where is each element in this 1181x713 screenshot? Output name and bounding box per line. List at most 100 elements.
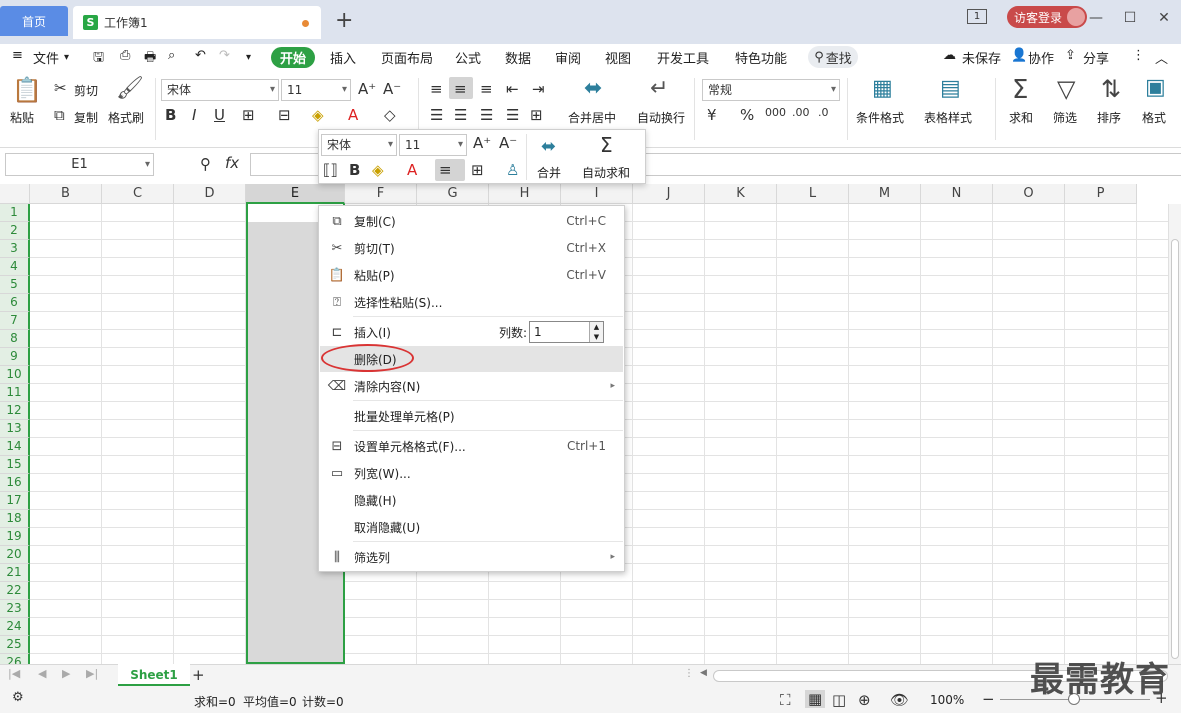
mini-fill-color-icon[interactable]: ◈ [372,161,384,179]
mini-clear-icon[interactable]: ♙ [506,161,519,179]
merge-cells-icon[interactable]: ⊟ [278,106,291,124]
mini-merge-button[interactable]: 合并 [537,164,561,181]
menu-view[interactable]: 视图 [605,48,631,67]
column-header-o[interactable]: O [993,184,1065,204]
vertical-scrollbar[interactable] [1168,204,1181,664]
column-header-g[interactable]: G [417,184,489,204]
column-header-n[interactable]: N [921,184,993,204]
row-header-19[interactable]: 19 [0,528,30,546]
menu-page-layout[interactable]: 页面布局 [381,48,433,67]
menu-item-hide[interactable]: 隐藏(H) [320,487,623,513]
column-count-stepper[interactable]: 1 ▲ ▼ [529,321,604,343]
scroll-divider-icon[interactable]: ⋮ [684,668,694,679]
menu-data[interactable]: 数据 [505,48,531,67]
mini-merge-icon[interactable]: ⬌ [541,136,556,157]
sort-button[interactable]: 排序 [1097,109,1121,126]
align-top-icon[interactable]: ≡ [430,80,443,98]
restore-button[interactable]: ☐ [1113,10,1147,26]
wrap-text-icon[interactable]: ↵ [650,76,668,101]
row-header-4[interactable]: 4 [0,258,30,276]
menu-item-paste[interactable]: 📋 粘贴(P) Ctrl+V [320,262,623,288]
filter-button[interactable]: 筛选 [1053,109,1077,126]
column-header-e[interactable]: E [246,184,345,204]
column-header-k[interactable]: K [705,184,777,204]
row-header-14[interactable]: 14 [0,438,30,456]
decrease-font-icon[interactable]: A⁻ [383,80,401,98]
column-header-c[interactable]: C [102,184,174,204]
column-header-d[interactable]: D [174,184,246,204]
percent-icon[interactable]: % [740,106,754,124]
add-sheet-button[interactable]: + [192,666,205,684]
format-button[interactable]: 格式 [1142,109,1166,126]
mini-decrease-font-icon[interactable]: A⁻ [499,134,517,152]
row-header-20[interactable]: 20 [0,546,30,564]
zoom-level[interactable]: 100% [930,693,964,707]
fill-color-icon[interactable]: ◈ [312,106,324,124]
collapse-ribbon-icon[interactable]: ︿ [1155,48,1168,67]
tab-home[interactable]: 首页 [0,6,68,36]
row-header-3[interactable]: 3 [0,240,30,258]
menu-review[interactable]: 审阅 [555,48,581,67]
redo-icon[interactable]: ↷ [219,48,230,63]
menu-item-filter-column[interactable]: ⫼ 筛选列 ▸ [320,544,623,570]
filter-icon[interactable]: ▽ [1057,75,1075,103]
hamburger-icon[interactable]: ≡ [12,48,23,63]
zoom-out-icon[interactable]: − [982,690,995,708]
row-header-21[interactable]: 21 [0,564,30,582]
row-header-23[interactable]: 23 [0,600,30,618]
italic-icon[interactable]: I [192,106,196,124]
paste-button[interactable]: 粘贴 [10,109,34,126]
row-header-9[interactable]: 9 [0,348,30,366]
mini-align-middle-icon[interactable]: ≡ [439,161,452,179]
mini-font-color-icon[interactable]: A [407,161,417,179]
indent-decrease-icon[interactable]: ⇤ [506,80,519,98]
stepper-arrows-icon[interactable]: ▲ ▼ [589,322,603,342]
mini-increase-font-icon[interactable]: A⁺ [473,134,491,152]
row-header-11[interactable]: 11 [0,384,30,402]
cut-icon[interactable]: ✂ [54,79,67,97]
column-header-i[interactable]: I [561,184,633,204]
row-header-18[interactable]: 18 [0,510,30,528]
undo-icon[interactable]: ↶ [195,48,206,63]
prev-sheet-icon[interactable]: ◀ [38,667,46,680]
mini-bold-icon[interactable]: B [349,161,360,179]
row-header-17[interactable]: 17 [0,492,30,510]
guest-login-button[interactable]: 访客登录 [1007,6,1087,28]
eye-protection-icon[interactable]: 👁 [890,691,909,709]
copy-button[interactable]: 复制 [74,109,98,126]
table-style-button[interactable]: 表格样式 [924,109,972,126]
row-header-15[interactable]: 15 [0,456,30,474]
font-color-icon[interactable]: A [348,106,358,124]
window-count-icon[interactable]: 1 [967,9,987,24]
scroll-left-icon[interactable]: ◀ [700,668,707,678]
format-painter-icon[interactable]: 🖌 [116,76,144,101]
row-header-26[interactable]: 26 [0,654,30,664]
mini-font-name-select[interactable]: 宋体 [321,134,397,156]
mini-autosum-icon[interactable]: Σ [600,133,613,157]
row-header-22[interactable]: 22 [0,582,30,600]
menu-special[interactable]: 特色功能 [735,48,787,67]
align-bottom-icon[interactable]: ≡ [480,80,493,98]
chevron-down-icon[interactable]: ▾ [64,52,69,63]
menu-item-paste-special[interactable]: ⍰ 选择性粘贴(S)... [320,289,623,315]
print-preview-icon[interactable]: ⌕ [168,48,175,63]
currency-icon[interactable]: ¥ [707,106,717,124]
font-size-select[interactable]: 11 [281,79,351,101]
menu-item-clear-contents[interactable]: ⌫ 清除内容(N) ▸ [320,373,623,399]
bold-icon[interactable]: B [165,106,176,124]
menu-insert[interactable]: 插入 [330,48,356,67]
row-header-24[interactable]: 24 [0,618,30,636]
save-icon[interactable]: 🖫 [93,48,104,70]
row-header-10[interactable]: 10 [0,366,30,384]
select-all-corner[interactable] [0,184,30,204]
clear-format-icon[interactable]: ◇ [384,106,396,124]
row-header-2[interactable]: 2 [0,222,30,240]
sort-icon[interactable]: ⇅ [1101,75,1121,103]
column-header-h[interactable]: H [489,184,561,204]
border-icon[interactable]: ⊞ [242,106,255,124]
row-header-12[interactable]: 12 [0,402,30,420]
align-center-icon[interactable]: ☰ [454,106,467,124]
menu-item-copy[interactable]: ⧉ 复制(C) Ctrl+C [320,208,623,234]
column-header-j[interactable]: J [633,184,705,204]
new-tab-button[interactable]: + [335,8,353,33]
